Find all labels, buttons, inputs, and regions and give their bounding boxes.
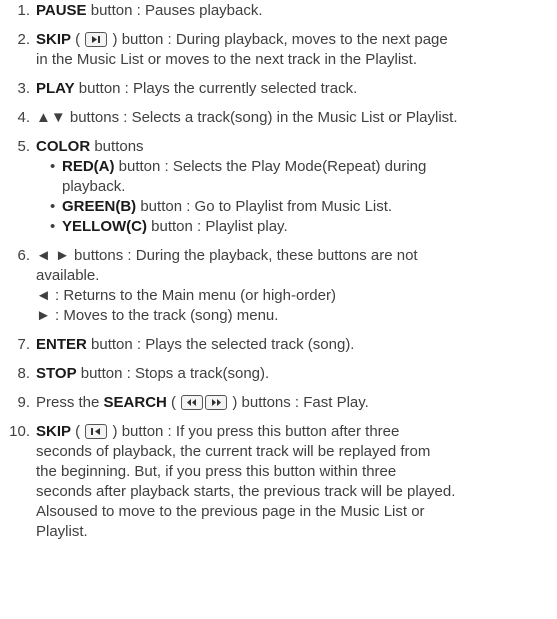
- button-name: PAUSE: [36, 2, 87, 19]
- item-text: ▲▼ buttons : Selects a track(song) in th…: [36, 109, 458, 126]
- button-name: RED(A): [62, 158, 115, 175]
- item-text: button : Selects the Play Mode(Repeat) d…: [114, 158, 427, 175]
- item-text: button : Plays the selected track (song)…: [86, 336, 355, 353]
- item-number: 10.: [9, 423, 30, 440]
- button-name: COLOR: [36, 138, 91, 155]
- item-text: button : Go to Playlist from Music List.: [136, 198, 393, 215]
- item-text: button : Playlist play.: [146, 218, 288, 235]
- item-text: ◄ ► buttons : During the playback, these…: [36, 247, 418, 264]
- button-name: GREEN(B): [62, 198, 137, 215]
- button-name: YELLOW(C): [62, 218, 147, 235]
- button-name: PLAY: [36, 80, 75, 97]
- rewind-icon: [181, 395, 204, 410]
- bullet: •: [50, 218, 56, 235]
- item-text: ) button : During playback, moves to the…: [108, 31, 448, 48]
- item-number: 3.: [17, 80, 30, 97]
- item-text: ) button : If you press this button afte…: [108, 423, 400, 440]
- item-number: 4.: [17, 109, 30, 126]
- item-number: 7.: [17, 336, 30, 353]
- button-name: SKIP: [36, 423, 72, 440]
- item-text: button : Plays the currently selected tr…: [74, 80, 358, 97]
- item-text: button : Stops a track(song).: [76, 365, 270, 382]
- button-name: ENTER: [36, 336, 87, 353]
- item-text: ) buttons : Fast Play.: [228, 394, 369, 411]
- item-number: 6.: [17, 247, 30, 264]
- button-name: SKIP: [36, 31, 72, 48]
- item-number: 1.: [17, 2, 30, 19]
- button-name: SEARCH: [103, 394, 167, 411]
- item-number: 5.: [17, 138, 30, 155]
- button-name: STOP: [36, 365, 77, 382]
- item-number: 8.: [17, 365, 30, 382]
- item-text: button : Pauses playback.: [86, 2, 263, 19]
- bullet: •: [50, 158, 56, 175]
- skip-previous-icon: [85, 424, 108, 439]
- item-text: buttons: [90, 138, 144, 155]
- fast-forward-icon: [205, 395, 228, 410]
- item-number: 9.: [17, 394, 30, 411]
- skip-next-icon: [85, 32, 108, 47]
- item-number: 2.: [17, 31, 30, 48]
- bullet: •: [50, 198, 56, 215]
